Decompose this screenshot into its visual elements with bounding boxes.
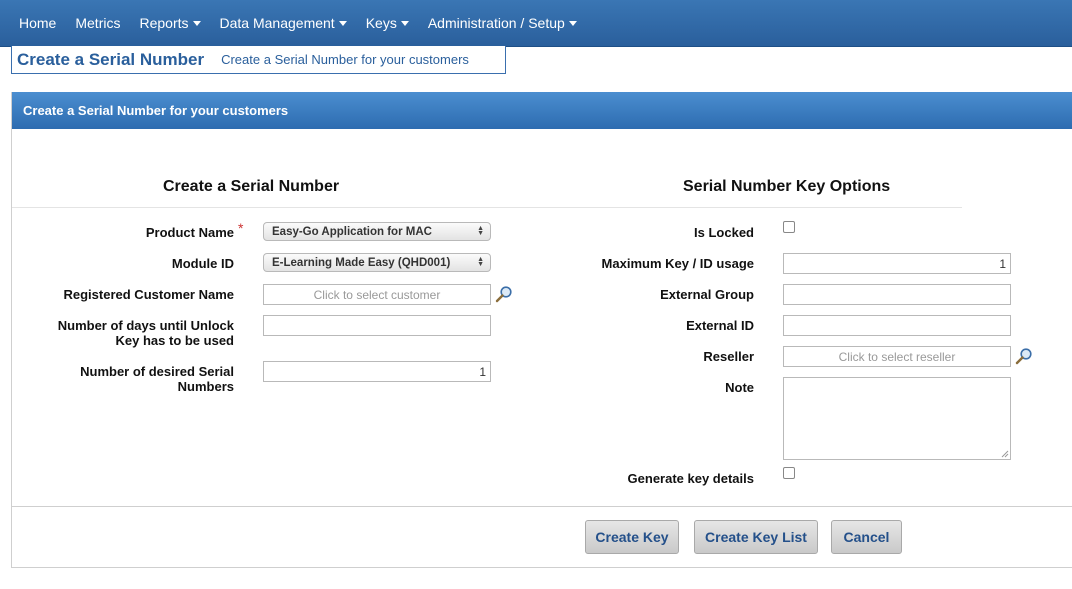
nav-keys-label: Keys [365, 15, 397, 31]
nav-data-management[interactable]: Data Management [220, 15, 347, 31]
nav-data-management-label: Data Management [219, 15, 335, 31]
external-id-label: External ID [686, 318, 754, 333]
magnifier-icon[interactable] [1015, 347, 1033, 365]
section-divider [12, 207, 962, 208]
module-id-select[interactable]: E-Learning Made Easy (QHD001) ▲ ▼ [263, 253, 491, 272]
nav-keys[interactable]: Keys [366, 15, 409, 31]
max-usage-input[interactable]: 1 [783, 253, 1011, 274]
external-group-input[interactable] [783, 284, 1011, 305]
reseller-placeholder: Click to select reseller [838, 349, 956, 364]
panel-header: Create a Serial Number for your customer… [12, 92, 1072, 129]
note-textarea[interactable] [783, 377, 1011, 460]
select-arrows-icon: ▲ ▼ [477, 256, 484, 268]
nav-reports[interactable]: Reports [139, 15, 201, 31]
footer-divider [12, 506, 1072, 507]
nav-metrics[interactable]: Metrics [75, 15, 120, 31]
top-navigation: Home Metrics Reports Data Management Key… [0, 0, 1072, 47]
resize-handle-icon[interactable] [1001, 450, 1009, 458]
external-group-label: External Group [660, 287, 754, 302]
caret-down-icon [568, 21, 577, 26]
nav-home[interactable]: Home [19, 15, 56, 31]
nav-administration-setup-label: Administration / Setup [427, 15, 565, 31]
page-heading: Create a Serial Number Create a Serial N… [11, 46, 506, 74]
reseller-label: Reseller [703, 349, 754, 364]
reseller-picker-input[interactable]: Click to select reseller [783, 346, 1011, 367]
create-key-list-label: Create Key List [705, 529, 807, 545]
nav-home-label: Home [19, 15, 57, 31]
left-section-title: Create a Serial Number [163, 178, 340, 195]
page-subtitle: Create a Serial Number for your customer… [221, 52, 469, 67]
days-until-unlock-input[interactable] [263, 315, 491, 336]
count-label-line2: Numbers [177, 379, 234, 394]
customer-placeholder: Click to select customer [313, 287, 441, 302]
panel-header-text: Create a Serial Number for your customer… [23, 103, 289, 118]
product-name-select[interactable]: Easy-Go Application for MAC ▲ ▼ [263, 222, 491, 241]
caret-down-icon [400, 21, 409, 26]
nav-administration-setup[interactable]: Administration / Setup [428, 15, 577, 31]
customer-label: Registered Customer Name [63, 287, 235, 302]
module-id-value: E-Learning Made Easy (QHD001) [272, 256, 451, 269]
external-id-input[interactable] [783, 315, 1011, 336]
days-until-unlock-label: Number of days until Unlock Key has to b… [58, 318, 234, 348]
page-title: Create a Serial Number [17, 49, 205, 69]
count-label-line1: Number of desired Serial [80, 364, 234, 379]
serial-count-label: Number of desired Serial Numbers [80, 364, 234, 394]
right-section-title: Serial Number Key Options [683, 178, 891, 195]
cancel-button[interactable]: Cancel [831, 520, 902, 554]
form-panel: Create a Serial Number for your customer… [11, 92, 1072, 568]
required-marker: * [238, 220, 244, 236]
days-label-line2: Key has to be used [115, 333, 234, 348]
serial-count-input[interactable]: 1 [263, 361, 491, 382]
select-arrows-icon: ▲ ▼ [477, 225, 484, 237]
create-key-list-button[interactable]: Create Key List [694, 520, 818, 554]
days-label-line1: Number of days until Unlock [57, 318, 234, 333]
count-value: 1 [479, 364, 486, 379]
note-label: Note [725, 380, 754, 395]
nav-metrics-label: Metrics [75, 15, 121, 31]
max-usage-label: Maximum Key / ID usage [601, 256, 754, 271]
nav-reports-label: Reports [139, 15, 189, 31]
max-usage-value: 1 [999, 256, 1006, 271]
product-name-label: Product Name [145, 225, 234, 240]
is-locked-checkbox[interactable] [783, 221, 795, 233]
generate-details-label: Generate key details [627, 471, 754, 486]
caret-down-icon [192, 21, 201, 26]
generate-details-checkbox[interactable] [783, 467, 795, 479]
customer-picker-input[interactable]: Click to select customer [263, 284, 491, 305]
module-id-label: Module ID [171, 256, 234, 271]
cancel-label: Cancel [843, 529, 890, 545]
create-key-button[interactable]: Create Key [585, 520, 679, 554]
magnifier-icon[interactable] [495, 285, 513, 303]
caret-down-icon [338, 21, 347, 26]
is-locked-label: Is Locked [694, 225, 754, 240]
create-key-label: Create Key [595, 529, 669, 545]
product-name-value: Easy-Go Application for MAC [272, 225, 432, 238]
